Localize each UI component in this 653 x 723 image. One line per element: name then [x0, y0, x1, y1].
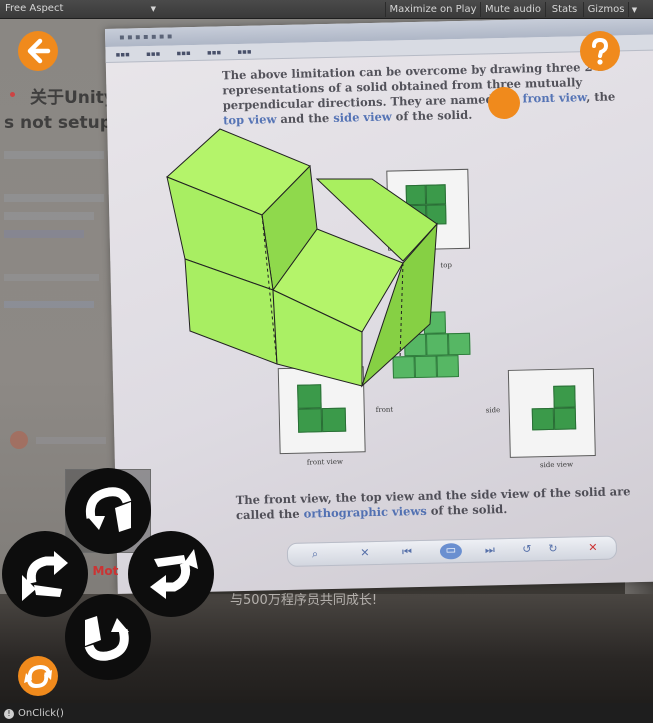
- game-viewport[interactable]: 关于Unity s not setup ▪ ▪ ▪ ▪ ▪ ▪ ▪ ▪▪▪ ▪▪…: [0, 19, 653, 703]
- arrow-left-icon: [27, 38, 51, 64]
- refresh-icon: [24, 664, 52, 689]
- rotate-up-button[interactable]: [65, 594, 151, 680]
- gizmos-dropdown[interactable]: ▼: [628, 2, 640, 17]
- rotate-up-icon: [84, 616, 129, 661]
- gizmos-button[interactable]: Gizmos: [583, 2, 628, 17]
- aspect-label: Free Aspect: [5, 3, 64, 14]
- info-icon: !: [4, 709, 14, 719]
- question-mark-icon: [592, 37, 609, 65]
- game-view-toolbar: Free Aspect ▼ Maximize on Play Mute audi…: [0, 0, 653, 19]
- back-button[interactable]: [18, 31, 58, 71]
- marker-dot: [488, 87, 520, 119]
- mute-audio-button[interactable]: Mute audio: [480, 2, 545, 17]
- aspect-dropdown[interactable]: Free Aspect ▼: [2, 2, 158, 16]
- onclick-text: OnClick(): [18, 708, 64, 719]
- stats-button[interactable]: Stats: [545, 2, 583, 17]
- chevron-down-icon: ▼: [150, 5, 156, 13]
- help-button[interactable]: [580, 31, 620, 71]
- onclick-event-label: ! OnClick(): [0, 708, 64, 719]
- chevron-down-icon: ▼: [631, 6, 638, 14]
- reset-button[interactable]: [18, 656, 58, 696]
- maximize-on-play-button[interactable]: Maximize on Play: [385, 2, 480, 17]
